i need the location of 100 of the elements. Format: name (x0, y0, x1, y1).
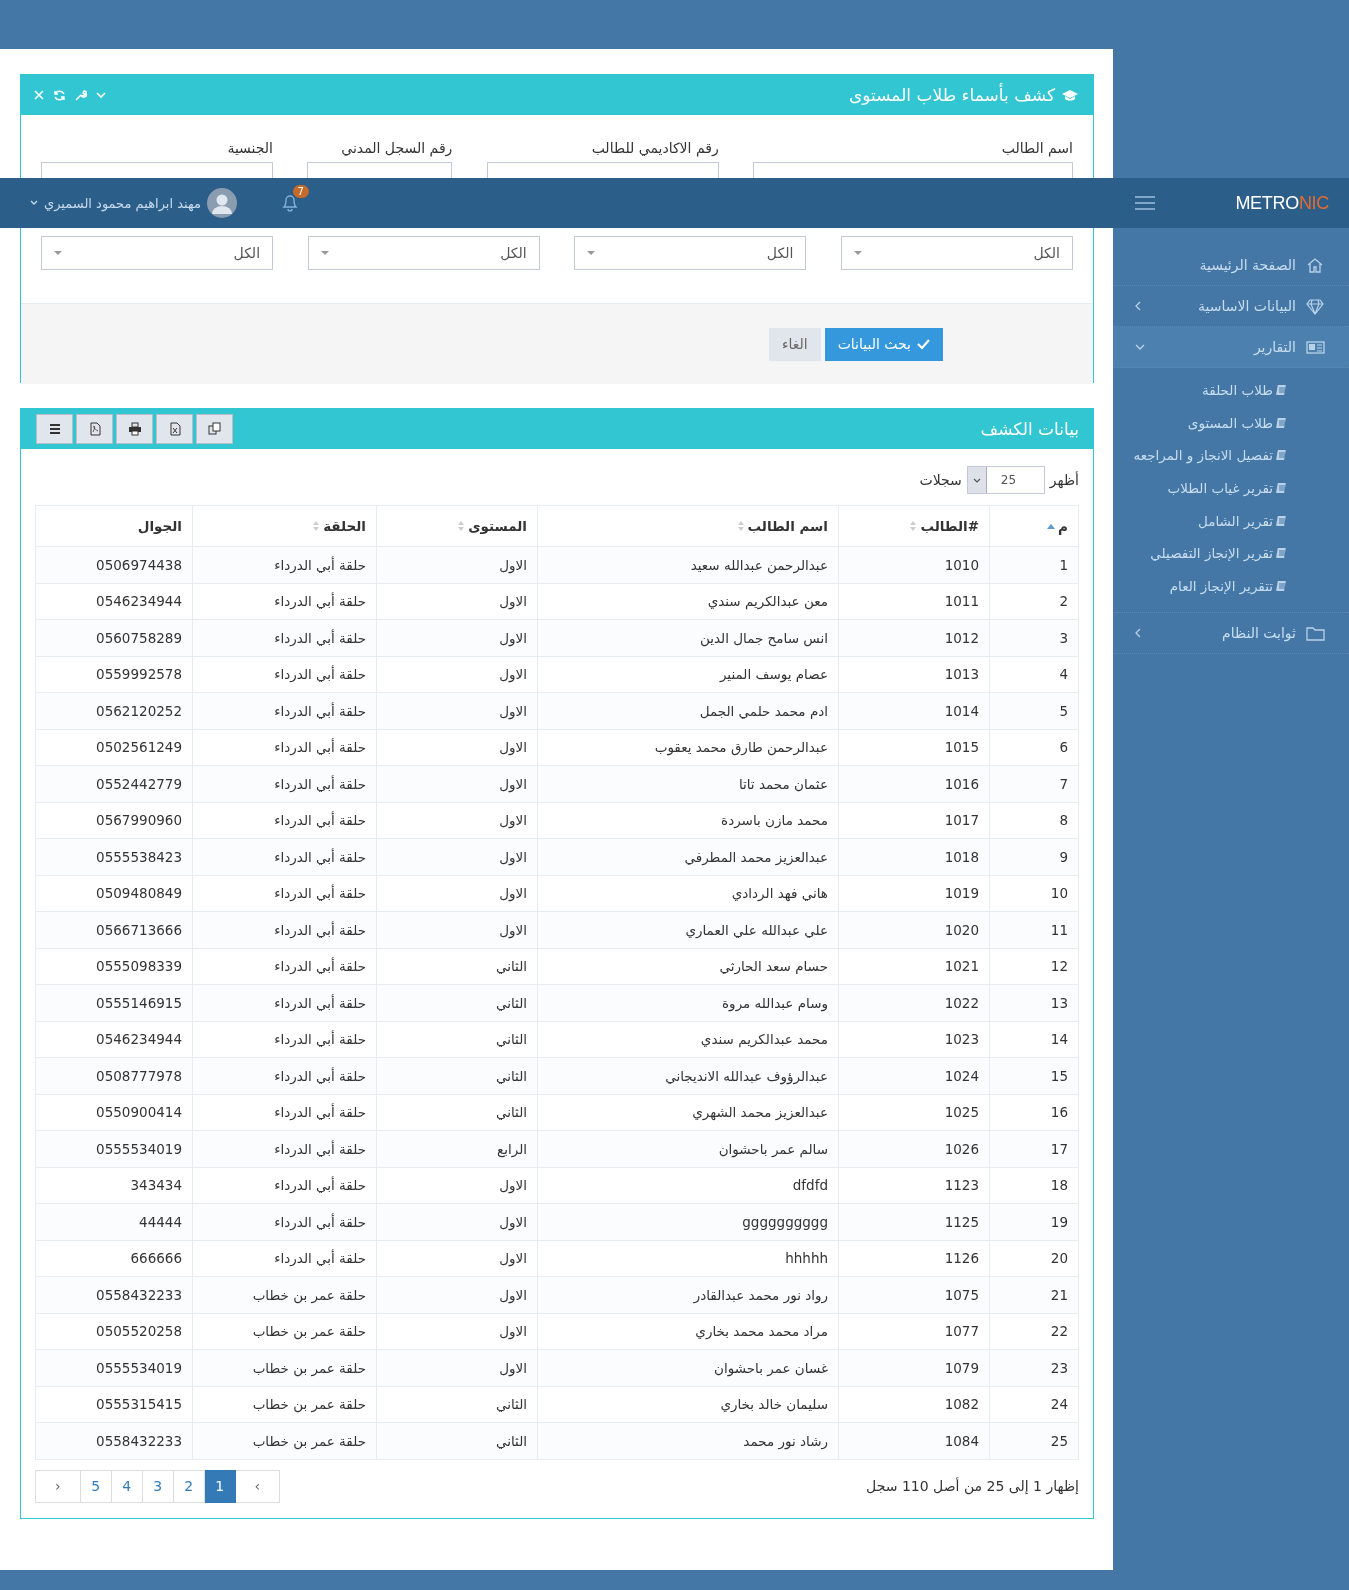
submenu-item[interactable]: تقرير الإنجاز التفصيلي (1113, 536, 1349, 570)
table-cell: 3 (989, 619, 1079, 656)
submenu-item[interactable]: تقرير الشامل (1113, 504, 1349, 537)
table-cell: 1 (989, 546, 1079, 583)
printer-icon (126, 421, 143, 437)
table-cell: حلقة أبي الدرداء (192, 619, 377, 656)
table-cell: الاول (376, 875, 538, 912)
select-field[interactable]: الكل (41, 236, 274, 270)
search-button[interactable]: بحث البيانات (824, 327, 943, 361)
submenu-item[interactable]: طلاب الحلقة (1113, 374, 1349, 407)
page-button[interactable]: 4 (110, 1469, 143, 1503)
table-cell: الاول (376, 765, 538, 802)
select-field[interactable]: الكل (841, 236, 1073, 270)
menu-button[interactable] (36, 414, 73, 444)
table-cell: حلقة أبي الدرداء (192, 911, 377, 948)
logo[interactable]: METRONIC (1235, 192, 1329, 214)
table-cell: عبدالرحمن عبدالله سعيد (537, 546, 839, 583)
column-header[interactable]: المستوى (376, 505, 538, 547)
column-header[interactable]: اسم الطالب (537, 505, 839, 547)
table-cell: الاول (376, 1349, 538, 1386)
table-cell: حلقة أبي الدرداء (192, 1094, 377, 1131)
table-cell: 5 (989, 692, 1079, 729)
sort-icon (736, 521, 745, 531)
submenu-item[interactable]: تقرير غياب الطلاب (1113, 471, 1349, 505)
table-cell: 24 (989, 1386, 1079, 1423)
table-cell: حلقة أبي الدرداء (192, 1167, 377, 1204)
table-cell: حلقة أبي الدرداء (192, 583, 377, 620)
page-size-select[interactable]: 25 (966, 466, 1045, 494)
caret-icon[interactable] (30, 200, 38, 206)
table-cell: 1024 (838, 1057, 990, 1094)
column-header[interactable]: #الطالب (838, 505, 990, 547)
table-cell: 0558432233 (35, 1422, 193, 1459)
table-cell: 1022 (838, 984, 990, 1021)
table-cell: 1075 (838, 1276, 990, 1313)
table-cell: حلقة أبي الدرداء (192, 765, 377, 802)
book-icon (1276, 482, 1287, 495)
submenu-item[interactable]: تفصيل الانجاز و المراجعه (1113, 439, 1349, 472)
close-icon[interactable] (33, 89, 45, 101)
chevron-down-icon (972, 477, 981, 483)
field-label: رقم السجل المدني (340, 140, 453, 156)
table-cell: الثاني (376, 984, 538, 1021)
table-cell: 0506974438 (35, 546, 193, 583)
avatar-icon[interactable] (206, 188, 237, 218)
wrench-icon[interactable] (74, 88, 87, 102)
table-cell: hhhhh (537, 1240, 839, 1277)
menu-icon[interactable] (1135, 196, 1155, 210)
page-arrow-button[interactable]: ‹ (35, 1469, 81, 1503)
table-cell: 17 (989, 1130, 1079, 1167)
table-cell: 15 (989, 1057, 1079, 1094)
user-name[interactable]: مهند ابراهيم محمود السميري (44, 195, 201, 211)
page-button[interactable]: 3 (141, 1469, 174, 1503)
table-cell: 0555538423 (35, 838, 193, 875)
printer-button[interactable] (116, 414, 153, 444)
sidebar-item[interactable]: التقارير (1113, 327, 1349, 368)
column-header[interactable]: الحلقة (192, 505, 377, 547)
table-cell: عبدالرحمن طارق محمد يعقوب (537, 729, 839, 766)
submenu-item[interactable]: تتقرير الإنجاز العام (1113, 569, 1349, 603)
table-cell: 1126 (838, 1240, 990, 1277)
table-cell: الاول (376, 1240, 538, 1277)
table-cell: محمد مازن باسردة (537, 802, 839, 839)
submenu-item[interactable]: طلاب المستوى (1113, 406, 1349, 440)
chevron-left-icon (1135, 301, 1141, 311)
copy-button[interactable] (196, 414, 233, 444)
table-cell: 1077 (838, 1313, 990, 1350)
book-icon (1276, 579, 1287, 592)
table-cell: 666666 (35, 1240, 193, 1277)
bell-icon[interactable] (280, 194, 299, 212)
table-cell: 0502561249 (35, 729, 193, 766)
field-label: اسم الطالب (1000, 140, 1073, 156)
folder-icon (1306, 624, 1325, 642)
select-field[interactable]: الكل (574, 236, 807, 270)
table-cell: محمد عبدالكريم سندي (537, 1021, 839, 1058)
table-cell: الاول (376, 692, 538, 729)
table-cell: 0509480849 (35, 875, 193, 912)
table-cell: حلقة أبي الدرداء (192, 1021, 377, 1058)
table-cell: 1082 (838, 1386, 990, 1423)
caret-icon (587, 251, 596, 255)
table-cell: 1014 (838, 692, 990, 729)
cancel-button[interactable]: الغاء (768, 327, 821, 361)
page-arrow-button[interactable]: › (234, 1469, 281, 1503)
page-button[interactable]: 2 (172, 1469, 205, 1503)
table-cell: الاول (376, 1167, 538, 1204)
collapse-icon[interactable] (95, 89, 107, 101)
sort-icon (909, 521, 918, 531)
table-cell: رشاد نور محمد (537, 1422, 839, 1459)
table-cell: 0546234944 (35, 583, 193, 620)
notification-badge: 7 (292, 185, 309, 198)
page-button[interactable]: 5 (79, 1469, 112, 1503)
page-button[interactable]: 1 (203, 1469, 236, 1503)
field-label: الجنسية (226, 140, 273, 156)
table-cell: 14 (989, 1021, 1079, 1058)
column-header[interactable]: م (989, 505, 1079, 547)
table-cell: 0555534019 (35, 1349, 193, 1386)
refresh-icon[interactable] (53, 88, 66, 102)
table-cell: 1084 (838, 1422, 990, 1459)
table-cell: ادم محمد حلمي الجمل (537, 692, 839, 729)
select-field[interactable]: الكل (307, 236, 540, 270)
table-cell: 0558432233 (35, 1276, 193, 1313)
length-label: أظهر (1049, 472, 1079, 488)
column-header[interactable]: الجوال (35, 505, 193, 547)
